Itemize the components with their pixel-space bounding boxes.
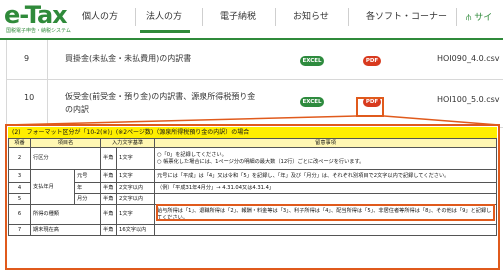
spec-name: 所得の種類 [29,204,102,225]
spec-name: 行区分 [29,147,102,170]
spec-type: 半角 [100,193,118,205]
nav-individual[interactable]: 個人の方 [82,10,118,24]
spec-type: 半角 [100,147,118,170]
spec-sub: 年 [73,182,102,194]
logo-text: e-Tax [4,1,68,29]
csv-filename: HOI090_4.0.csv [437,54,500,63]
column-divider [47,40,48,128]
header-no: 項番 [8,138,31,148]
row-description-line2: の内訳 [65,105,89,114]
row-description-line1: 仮受金(前受金・預り金)の内訳書、源泉所得税預り金 [65,92,256,101]
header-input-rule: 入力文字基準 [100,138,156,148]
spec-sub: 月分 [73,193,102,205]
nav-divider [456,8,457,26]
spec-limit: 2文字以内 [116,182,156,194]
spec-callout: (2) フォーマット区分が「10-2(※)」(※2ページ数)（源泉所得税預り金の… [5,124,500,270]
table-row: 3 支払年月 元号 半角 1文字 元号には「平成」は「4」又は令和「5」を記録し… [8,169,497,205]
spec-name: 支払年月 [30,169,75,205]
csv-filename: HOI100_5.0.csv [437,95,500,104]
spec-note: ○「0」を記録してください。 ○ 帳票化した場合には、1ページ分の明細の最大数（… [154,147,497,170]
spec-type: 半角 [100,182,118,194]
spec-limit: 2文字以内 [116,193,156,205]
row-number: 10 [24,93,35,102]
nav-divider [348,8,349,26]
nav-divider [135,8,136,26]
table-row: 2 行区分 半角 1文字 ○「0」を記録してください。 ○ 帳票化した場合には、… [8,147,497,170]
spec-no: 4 [8,182,31,194]
spec-no: 7 [8,224,31,236]
nav-news[interactable]: お知らせ [293,10,329,24]
header-notes: 留意事項 [154,138,497,148]
spec-no: 3 [8,169,31,183]
table-row: 4 年 半角 2文字以内 （例）「平成31年4月分」→ 4.31.04又は4.3… [8,182,497,194]
nav-software-corner[interactable]: 各ソフト・コーナー [366,10,447,24]
excel-download-badge[interactable]: EXCEL [300,56,324,66]
spec-limit: 1文字 [116,147,156,170]
spec-limit: 1文字 [116,204,156,225]
spec-note: （例）「平成31年4月分」→ 4.31.04又は4.31.4」 [154,182,497,194]
table-row: 6 所得の種類 半角 1文字 給与所得は「1」、退職所得は「2」、報酬・料金等は… [8,204,497,225]
site-header: e-Tax 国税電子申告・納税システム 個人の方 法人の方 電子納税 お知らせ … [0,0,503,40]
spec-no: 6 [8,204,31,225]
spec-title: (2) フォーマット区分が「10-2(※)」(※2ページ数)（源泉所得税預り金の… [8,127,497,138]
spec-note [154,224,497,236]
logo-subtitle: 国税電子申告・納税システム [6,28,71,34]
header-item: 項目名 [29,138,102,148]
spec-note: 給与所得は「1」、退職所得は「2」、報酬・料金等は「3」、利子所得は「4」、配当… [154,204,497,225]
table-row: 9 買掛金(未払金・未払費用)の内訳書 EXCEL PDF HOI090_4.0… [7,40,503,80]
pdf-highlight-box [356,97,384,117]
spec-type: 半角 [100,204,118,225]
spec-type: 半角 [100,169,118,183]
nav-divider [275,8,276,26]
file-table: 9 買掛金(未払金・未払費用)の内訳書 EXCEL PDF HOI090_4.0… [6,40,503,130]
pdf-download-badge[interactable]: PDF [363,56,381,66]
nav-active-indicator [140,30,190,33]
spec-note [154,193,497,205]
nav-site-partial[interactable]: ⫛ サイ [466,10,492,23]
table-row: 7 期末現在高 半角 16文字以内 [8,224,497,236]
spec-header-row: 項番 項目名 入力文字基準 留意事項 [8,138,497,148]
spec-no: 5 [8,193,31,205]
spec-sub: 元号 [73,169,102,183]
nav-e-payment[interactable]: 電子納税 [220,10,256,24]
spec-no: 2 [8,147,31,170]
table-row: 10 仮受金(前受金・預り金)の内訳書、源泉所得税預り金 の内訳 EXCEL P… [7,80,503,128]
site-icon: ⫛ [466,13,475,23]
row-description: 仮受金(前受金・預り金)の内訳書、源泉所得税預り金 の内訳 [65,90,255,116]
spec-name: 期末現在高 [29,224,102,236]
spec-type: 半角 [100,224,118,236]
spec-limit: 16文字以内 [116,224,156,236]
etax-logo[interactable]: e-Tax 国税電子申告・納税システム [4,1,72,37]
nav-corporation[interactable]: 法人の方 [146,10,182,24]
table-row: 5 月分 半角 2文字以内 [8,193,497,205]
row-description: 買掛金(未払金・未払費用)の内訳書 [65,54,192,63]
excel-download-badge[interactable]: EXCEL [300,97,324,107]
nav-divider [202,8,203,26]
spec-table: 項番 項目名 入力文字基準 留意事項 2 行区分 半角 1文字 ○「0」を記録し… [8,138,497,236]
row-number: 9 [24,54,30,63]
spec-limit: 1文字 [116,169,156,183]
spec-note: 元号には「平成」は「4」又は令和「5」を記録し、「年」及び「月分」は、それぞれ別… [154,169,497,183]
